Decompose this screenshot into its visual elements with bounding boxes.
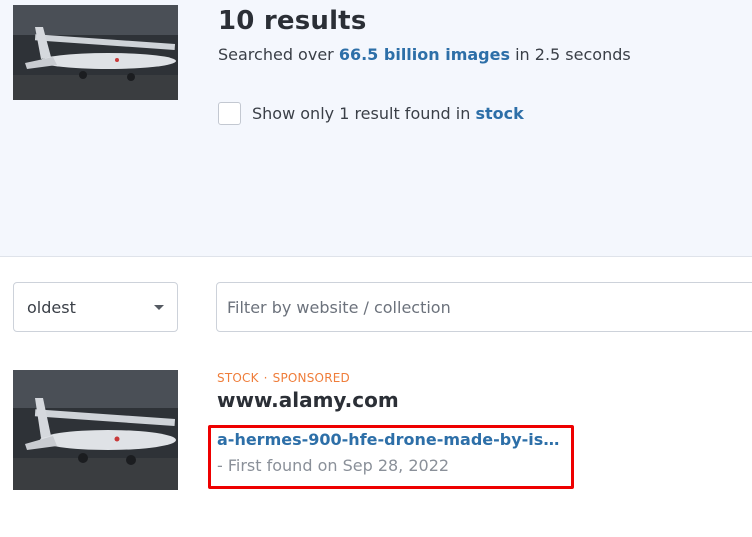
- search-stats-suffix: in 2.5 seconds: [515, 45, 631, 64]
- caret-down-icon: [154, 305, 164, 310]
- result-domain: www.alamy.com: [217, 388, 399, 412]
- query-image-thumbnail[interactable]: [13, 5, 178, 100]
- tag-sponsored: SPONSORED: [272, 371, 350, 385]
- stock-only-filter[interactable]: Show only 1 result found in stock: [218, 102, 524, 125]
- results-count-heading: 10 results: [218, 6, 367, 36]
- sort-order-value: oldest: [27, 298, 76, 317]
- stock-link[interactable]: stock: [475, 104, 523, 123]
- search-stats-prefix: Searched over: [218, 45, 334, 64]
- search-summary-panel: 10 results Searched over 66.5 billion im…: [0, 0, 752, 257]
- search-stats: Searched over 66.5 billion images in 2.5…: [218, 45, 631, 64]
- filter-website-input[interactable]: [216, 282, 752, 332]
- indexed-images-count: 66.5 billion images: [338, 45, 510, 64]
- stock-only-checkbox[interactable]: [218, 102, 241, 125]
- drone-image: [13, 5, 178, 100]
- tag-separator: ·: [263, 371, 268, 385]
- result-image-thumbnail[interactable]: [13, 370, 178, 490]
- drone-image: [13, 370, 178, 490]
- stock-only-label-text: Show only 1 result found in: [252, 104, 471, 123]
- tag-stock: STOCK: [217, 371, 259, 385]
- sort-order-dropdown[interactable]: oldest: [13, 282, 178, 332]
- highlight-box: [208, 425, 574, 489]
- result-tags: STOCK · SPONSORED: [217, 371, 350, 385]
- stock-only-label[interactable]: Show only 1 result found in stock: [252, 104, 524, 123]
